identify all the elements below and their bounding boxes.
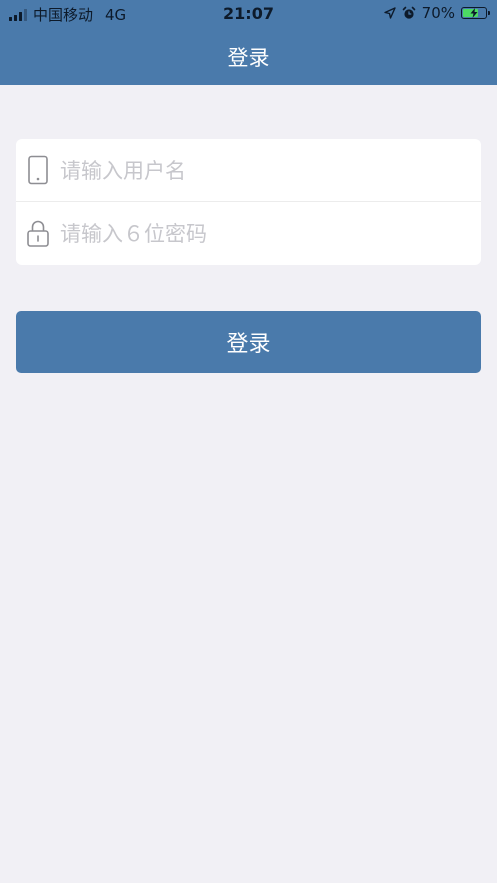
username-row [16,139,481,202]
password-row [16,202,481,265]
battery-percent-label: 70% [421,4,455,22]
password-input[interactable] [60,214,460,254]
phone-icon [28,155,48,185]
page-title: 登录 [227,46,270,70]
username-input[interactable] [60,151,460,191]
location-arrow-icon [383,7,396,19]
status-right: 70% [383,4,490,22]
battery-icon [461,7,490,19]
charging-bolt-icon [470,8,478,18]
login-button[interactable]: 登录 [16,311,481,373]
navigation-bar: 登录 [0,28,497,85]
lock-icon [27,220,49,247]
login-form-card [16,139,481,265]
alarm-clock-icon [402,6,415,19]
status-bar: 中国移动 4G 21:07 70% [0,0,497,28]
